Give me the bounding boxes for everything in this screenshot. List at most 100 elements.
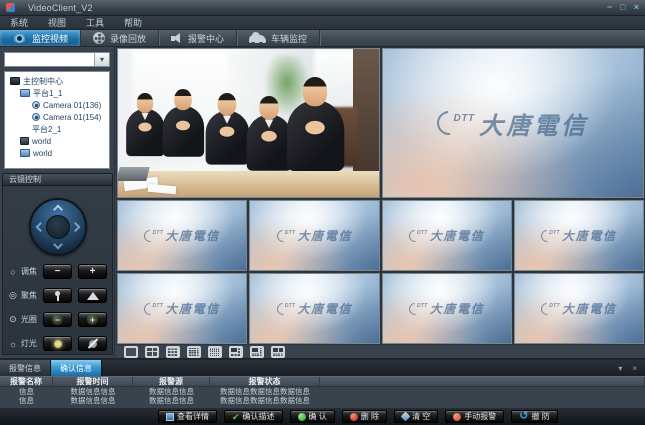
- tab-alarm-info[interactable]: 报警信息: [0, 360, 51, 376]
- ptz-button[interactable]: [43, 288, 72, 303]
- layout-button[interactable]: [207, 345, 223, 358]
- ptz-button[interactable]: −: [43, 312, 72, 327]
- ptz-button[interactable]: +: [78, 264, 107, 279]
- crescent-icon: [432, 106, 466, 140]
- tree-item[interactable]: world: [5, 135, 109, 147]
- video-pane-idle[interactable]: DTT 大唐電信: [117, 273, 247, 344]
- tree-item[interactable]: 主控制中心: [5, 75, 109, 87]
- close-icon[interactable]: ×: [634, 3, 639, 12]
- action-button-label: 清 空: [412, 411, 430, 422]
- menu-item[interactable]: 工具: [86, 16, 104, 29]
- datang-telecom-logo: DTT 大唐電信: [383, 274, 511, 343]
- cell-alarm-name: 信息: [0, 387, 53, 396]
- video-pane-idle[interactable]: DTT 大唐電信: [382, 273, 512, 344]
- ptz-button[interactable]: [78, 288, 107, 303]
- nav-tab[interactable]: 监控视频: [0, 30, 81, 46]
- dpad-up-icon[interactable]: [53, 205, 63, 215]
- ptz-row-label: 光圈: [21, 314, 37, 325]
- dpad-right-icon[interactable]: [70, 222, 80, 232]
- layout-button[interactable]: [249, 345, 265, 358]
- logo-name: 大唐電信: [430, 227, 485, 244]
- ptz-button[interactable]: [43, 336, 72, 351]
- action-button[interactable]: ✔ 确认描述: [224, 410, 283, 423]
- car-icon: [249, 35, 266, 43]
- video-pane-idle[interactable]: DTT 大唐電信: [117, 200, 247, 271]
- column-header[interactable]: 报警名称: [0, 377, 53, 386]
- column-header[interactable]: 报警源: [133, 377, 210, 386]
- video-pane-idle[interactable]: DTT 大唐電信: [382, 48, 645, 198]
- action-button-label: 手动报警: [464, 411, 496, 422]
- ptz-dpad[interactable]: [29, 198, 87, 256]
- device-combo-input[interactable]: [5, 53, 94, 66]
- dpad-left-icon[interactable]: [35, 222, 45, 232]
- device-tree: 主控制中心 平台1_1 Camera 01(136) Camera 01(154…: [4, 71, 110, 169]
- layout-button[interactable]: [186, 345, 202, 358]
- videoclient-window: VideoClient_V2 − □ × 系统视图工具帮助 监控视频 录像回放 …: [0, 0, 645, 425]
- menu-item[interactable]: 帮助: [124, 16, 142, 29]
- action-button[interactable]: 查看详情: [158, 410, 217, 423]
- tab-confirm-info[interactable]: 确认信息: [51, 360, 102, 376]
- layout-button[interactable]: [144, 345, 160, 358]
- layout-button[interactable]: [270, 345, 286, 358]
- column-header[interactable]: 报警状态: [210, 377, 320, 386]
- layout-button[interactable]: [228, 345, 244, 358]
- ptz-button[interactable]: −: [43, 264, 72, 279]
- ptz-row: ⊙ 光圈 − +: [3, 312, 112, 327]
- action-button[interactable]: 手动报警: [445, 410, 504, 423]
- film-reel-icon: [93, 32, 105, 44]
- table-row[interactable]: 信息 数据信息信息 数据信息信息 数据信息数据信息数据信息: [0, 387, 645, 396]
- video-wall: DTT 大唐電信 DTT 大唐電信 DTT: [116, 47, 645, 345]
- center-icon: [10, 77, 20, 85]
- menu-item[interactable]: 系统: [10, 16, 28, 29]
- video-pane-idle[interactable]: DTT 大唐電信: [514, 273, 644, 344]
- action-button-label: 确认描述: [243, 411, 275, 422]
- tree-item[interactable]: Camera 01(154): [5, 111, 109, 123]
- ptz-button[interactable]: [78, 336, 107, 351]
- action-button[interactable]: 确 认: [290, 410, 335, 423]
- title-bar[interactable]: VideoClient_V2 − □ ×: [0, 0, 645, 16]
- action-button[interactable]: ↺ 撤 防: [511, 410, 557, 423]
- ptz-panel-header[interactable]: 云镜控制: [2, 173, 113, 186]
- action-button[interactable]: 删 除: [342, 410, 387, 423]
- close-panel-icon[interactable]: ×: [632, 364, 637, 373]
- table-row[interactable]: 信息 数据信息信息 数据信息信息 数据信息数据信息数据信息: [0, 396, 645, 405]
- logo-name: 大唐電信: [165, 227, 220, 244]
- tree-item[interactable]: Camera 01(136): [5, 99, 109, 111]
- nav-tab[interactable]: 报警中心: [159, 30, 237, 46]
- datang-telecom-logo: DTT 大唐電信: [383, 49, 644, 197]
- layout-button[interactable]: [165, 345, 181, 358]
- nav-tab[interactable]: 车辆监控: [237, 30, 320, 46]
- light-off-icon: [89, 340, 97, 348]
- layout-button[interactable]: [123, 345, 139, 358]
- device-combo[interactable]: ▾: [4, 52, 110, 67]
- menu-item[interactable]: 视图: [48, 16, 66, 29]
- action-button[interactable]: 清 空: [394, 410, 438, 423]
- minimize-icon[interactable]: −: [607, 3, 612, 12]
- maximize-icon[interactable]: □: [620, 3, 625, 12]
- datang-telecom-logo: DTT 大唐電信: [250, 201, 378, 270]
- cell-alarm-name: 信息: [0, 396, 53, 405]
- nav-tab[interactable]: 录像回放: [81, 30, 159, 46]
- column-header[interactable]: 报警时间: [53, 377, 133, 386]
- video-pane-idle[interactable]: DTT 大唐電信: [249, 273, 379, 344]
- alarm-actions-bar: 查看详情 ✔ 确认描述 确 认 删 除: [0, 408, 645, 425]
- chevron-down-icon[interactable]: ▾: [94, 53, 109, 66]
- video-pane-live[interactable]: [117, 48, 380, 198]
- logo-name: 大唐電信: [297, 300, 352, 317]
- light-on-icon: [54, 340, 62, 348]
- tree-item[interactable]: 平台1_1: [5, 87, 109, 99]
- collapse-panel-icon[interactable]: ▾: [618, 364, 622, 373]
- ptz-row-icon: ○: [8, 267, 18, 277]
- ptz-button[interactable]: +: [78, 312, 107, 327]
- tree-item[interactable]: world: [5, 147, 109, 159]
- dpad-center-knob[interactable]: [46, 215, 70, 239]
- logo-name: 大唐電信: [297, 227, 352, 244]
- tree-item[interactable]: 平台2_1: [5, 123, 109, 135]
- datang-telecom-logo: DTT 大唐電信: [118, 274, 246, 343]
- dpad-down-icon[interactable]: [53, 240, 63, 250]
- video-pane-idle[interactable]: DTT 大唐電信: [249, 200, 379, 271]
- video-pane-idle[interactable]: DTT 大唐電信: [382, 200, 512, 271]
- focus-far-icon: [87, 292, 99, 300]
- video-pane-idle[interactable]: DTT 大唐電信: [514, 200, 644, 271]
- tree-item-label: Camera 01(136): [43, 101, 101, 110]
